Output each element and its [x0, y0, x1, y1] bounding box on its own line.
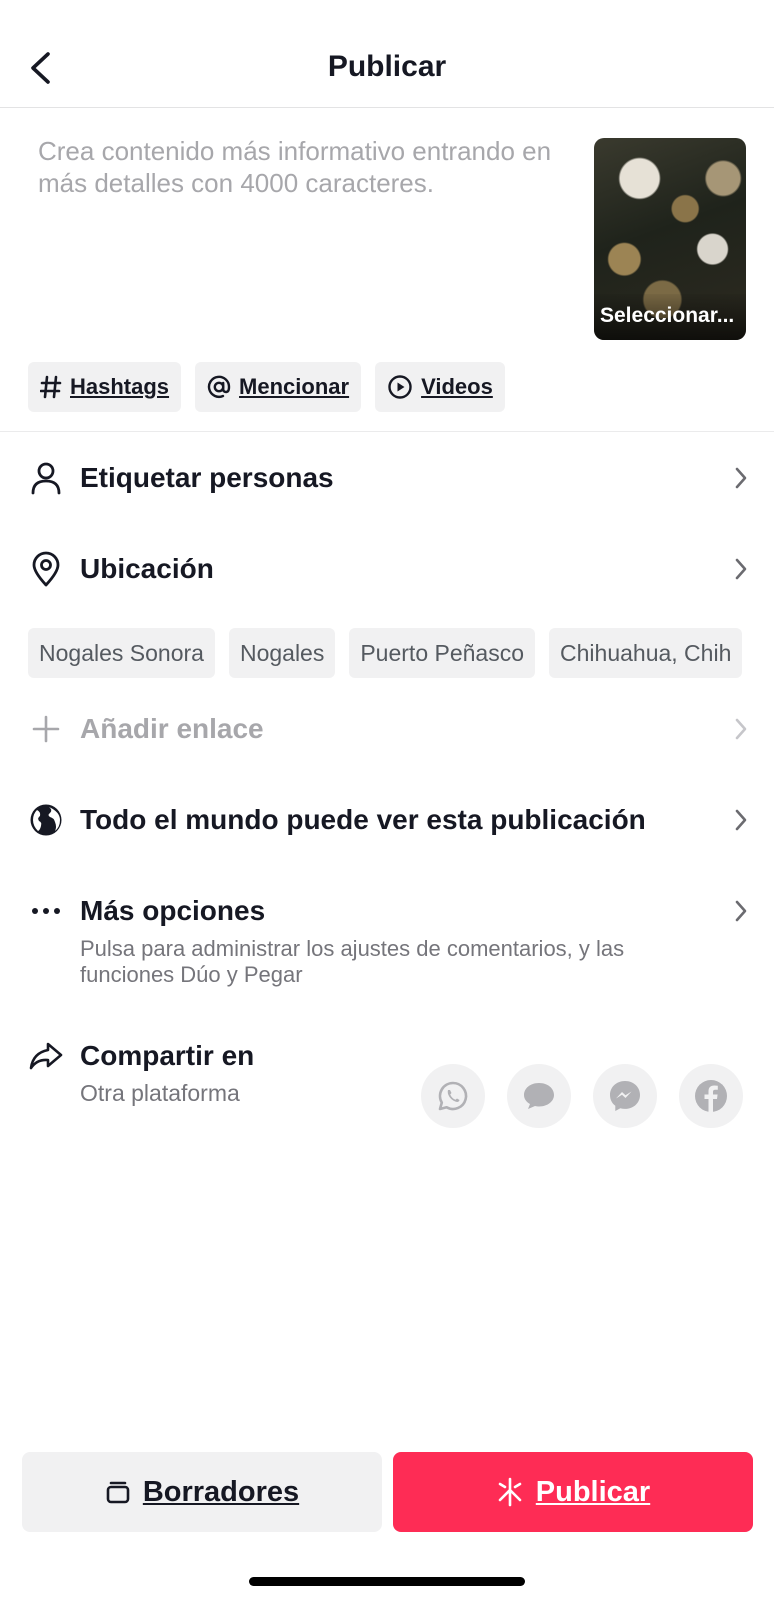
videos-chip[interactable]: Videos: [375, 362, 505, 412]
mention-chip[interactable]: Mencionar: [195, 362, 362, 412]
chevron-right-icon: [735, 558, 747, 580]
hashtags-label: Hashtags: [70, 374, 170, 399]
hash-icon: [40, 375, 62, 399]
privacy-row[interactable]: Todo el mundo puede ver esta publicación: [28, 800, 748, 840]
videos-label: Videos: [421, 374, 493, 399]
location-suggestions: Nogales Sonora Nogales Puerto Peñasco Ch…: [28, 628, 743, 678]
more-options-row[interactable]: Más opciones: [28, 891, 748, 931]
description-tools: Hashtags Mencionar Videos: [28, 362, 505, 412]
more-dots-icon: [28, 893, 64, 929]
location-suggestion-chip[interactable]: Nogales: [228, 628, 336, 678]
description-input[interactable]: Crea contenido más informativo entrando …: [38, 135, 578, 199]
play-circle-icon: [387, 374, 413, 400]
share-row: Compartir en: [28, 1036, 408, 1076]
location-suggestion-chip[interactable]: Chihuahua, Chih: [549, 628, 743, 678]
location-suggestion-chip[interactable]: Puerto Peñasco: [349, 628, 536, 678]
divider: [0, 431, 774, 432]
publish-screen: Publicar Crea contenido más informativo …: [0, 0, 774, 1600]
more-options-subtext: Pulsa para administrar los ajustes de co…: [80, 936, 625, 987]
hashtags-chip[interactable]: Hashtags: [28, 362, 182, 412]
at-icon: [207, 375, 231, 399]
share-targets: [421, 1064, 743, 1128]
cover-label: Seleccionar...: [594, 294, 746, 340]
chevron-right-icon: [735, 467, 747, 489]
location-label: Ubicación: [80, 553, 214, 584]
message-share-button[interactable]: [507, 1064, 571, 1128]
header: Publicar: [0, 0, 774, 108]
share-label: Compartir en: [80, 1040, 255, 1071]
publish-label: Publicar: [535, 1475, 651, 1508]
chevron-right-icon: [735, 718, 747, 740]
publish-button[interactable]: Publicar: [393, 1452, 753, 1532]
mention-label: Mencionar: [239, 374, 350, 399]
home-indicator: [249, 1577, 525, 1586]
add-link-label: Añadir enlace: [80, 713, 264, 744]
privacy-label: Todo el mundo puede ver esta publicación: [80, 804, 646, 835]
person-icon: [28, 460, 64, 496]
drafts-label: Borradores: [142, 1475, 300, 1508]
more-options-label: Más opciones: [80, 895, 266, 926]
location-pin-icon: [28, 551, 64, 587]
cover-select-button[interactable]: Seleccionar...: [594, 138, 746, 340]
chevron-right-icon: [735, 900, 747, 922]
share-arrow-icon: [28, 1038, 64, 1074]
whatsapp-share-button[interactable]: [421, 1064, 485, 1128]
facebook-icon: [695, 1080, 727, 1112]
sparkle-icon: [498, 1477, 522, 1507]
add-link-row[interactable]: Añadir enlace: [28, 709, 748, 749]
tag-people-row[interactable]: Etiquetar personas: [28, 458, 748, 498]
location-suggestion-chip[interactable]: Nogales Sonora: [28, 628, 215, 678]
facebook-share-button[interactable]: [679, 1064, 743, 1128]
page-title: Publicar: [327, 50, 447, 83]
globe-icon: [28, 802, 64, 838]
chevron-right-icon: [735, 809, 747, 831]
messenger-icon: [610, 1081, 640, 1111]
messenger-share-button[interactable]: [593, 1064, 657, 1128]
message-icon: [524, 1083, 554, 1109]
location-row[interactable]: Ubicación: [28, 549, 748, 589]
whatsapp-icon: [438, 1081, 468, 1111]
plus-icon: [28, 711, 64, 747]
tag-people-label: Etiquetar personas: [80, 462, 334, 493]
drafts-button[interactable]: Borradores: [22, 1452, 382, 1532]
drafts-icon: [106, 1481, 130, 1504]
